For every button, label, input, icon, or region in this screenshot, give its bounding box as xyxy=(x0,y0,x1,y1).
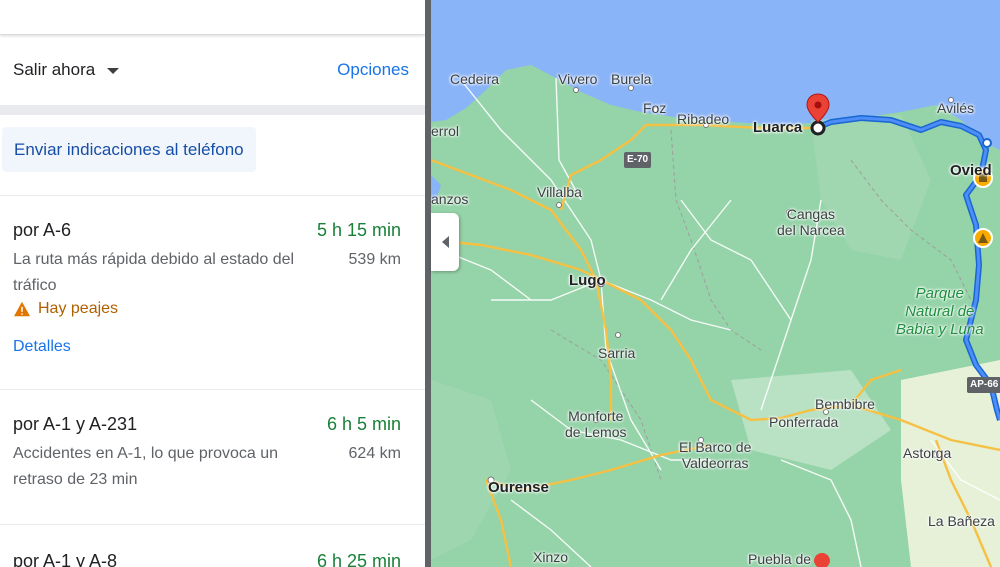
toll-warning: Hay peajes xyxy=(13,300,401,318)
place-label[interactable]: Lugo xyxy=(569,273,606,289)
origin-marker[interactable] xyxy=(810,120,826,136)
place-label[interactable]: Sarria xyxy=(598,345,635,361)
chevron-left-icon xyxy=(441,236,449,248)
place-label[interactable]: Astorga xyxy=(903,445,951,461)
route-time: 6 h 25 min xyxy=(316,551,401,567)
place-label[interactable]: Ponferrada xyxy=(769,414,838,430)
section-divider xyxy=(0,105,425,115)
route-option[interactable]: por A-6 5 h 15 min La ruta más rápida de… xyxy=(0,196,425,390)
warning-icon xyxy=(14,301,30,317)
route-option[interactable]: por A-1 y A-8 6 h 25 min xyxy=(0,525,425,567)
route-name: por A-1 y A-231 xyxy=(13,414,138,434)
place-label[interactable]: Foz xyxy=(643,100,666,116)
place-label[interactable]: Monforte de Lemos xyxy=(565,408,626,440)
route-name: por A-6 xyxy=(13,220,72,240)
depart-time-label: Salir ahora xyxy=(13,60,96,79)
road-shield: AP-66 xyxy=(967,377,1000,393)
place-label[interactable]: Villalba xyxy=(537,184,582,200)
route-distance: 539 km xyxy=(348,251,401,268)
directions-panel: Salir ahora Opciones Enviar indicaciones… xyxy=(0,0,425,567)
collapse-panel-button[interactable] xyxy=(431,213,459,271)
route-description: La ruta más rápida debido al estado del … xyxy=(13,251,295,294)
route-time: 6 h 5 min xyxy=(326,414,401,434)
route-description: Accidentes en A-1, lo que provoca un ret… xyxy=(13,445,279,488)
place-label[interactable]: Ourense xyxy=(488,480,549,496)
place-label[interactable]: La Bañeza xyxy=(928,513,995,529)
place-label[interactable]: Ovied xyxy=(950,163,992,179)
depart-row: Salir ahora Opciones xyxy=(0,35,425,105)
place-label[interactable]: Cangas del Narcea xyxy=(777,206,845,238)
place-label[interactable]: Luarca xyxy=(753,120,802,136)
place-label[interactable]: El Barco de Valdeorras xyxy=(679,439,751,471)
toll-warning-label: Hay peajes xyxy=(38,300,119,317)
place-label[interactable]: Puebla de xyxy=(748,551,811,567)
place-label[interactable]: errol xyxy=(431,123,459,139)
route-name: por A-1 y A-8 xyxy=(13,551,118,567)
place-label[interactable]: Bembibre xyxy=(815,396,875,412)
route-distance: 624 km xyxy=(348,445,401,462)
route-option[interactable]: por A-1 y A-231 6 h 5 min Accidentes en … xyxy=(0,390,425,525)
pin-icon[interactable] xyxy=(814,553,830,567)
options-link[interactable]: Opciones xyxy=(337,60,409,80)
park-label[interactable]: Parque Natural de Babia y Luna xyxy=(896,285,984,339)
road-shield: E-70 xyxy=(624,152,652,168)
place-label[interactable]: Burela xyxy=(611,71,651,87)
waypoint-dot xyxy=(982,138,992,148)
place-label[interactable]: Ribadeo xyxy=(677,111,729,127)
send-to-phone-section: Enviar indicaciones al teléfono xyxy=(0,115,425,196)
place-label[interactable]: Cedeira xyxy=(450,71,499,87)
place-label[interactable]: anzos xyxy=(431,191,468,207)
depart-time-dropdown[interactable]: Salir ahora xyxy=(13,60,120,80)
caret-down-icon xyxy=(107,68,120,74)
send-to-phone-button[interactable]: Enviar indicaciones al teléfono xyxy=(2,127,256,172)
panel-top-strip xyxy=(0,0,425,35)
place-label[interactable]: Xinzo xyxy=(533,549,568,565)
route-time: 5 h 15 min xyxy=(316,220,401,240)
roadwork-icon[interactable] xyxy=(973,228,993,248)
map-view[interactable]: Cedeira Vivero Burela Foz Ribadeo Luarca… xyxy=(431,0,1000,567)
details-link[interactable]: Detalles xyxy=(13,338,71,356)
place-label[interactable]: Avilés xyxy=(937,100,974,116)
place-label[interactable]: Vivero xyxy=(558,71,597,87)
